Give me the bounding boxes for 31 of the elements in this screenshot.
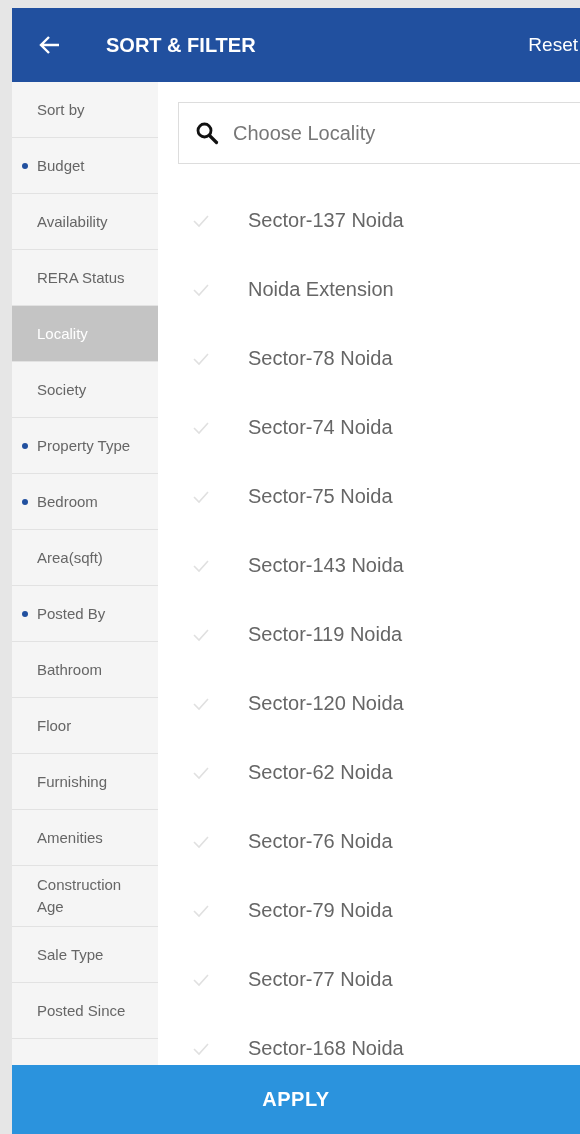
checkmark-icon[interactable] (192, 351, 210, 366)
locality-option[interactable]: Sector-74 Noida (248, 416, 393, 439)
locality-option[interactable]: Sector-119 Noida (248, 623, 403, 646)
apply-button[interactable]: APPLY (12, 1065, 580, 1134)
checkmark-icon[interactable] (192, 972, 210, 987)
locality-option[interactable]: Sector-120 Noida (248, 692, 404, 715)
screen-title: SORT & FILTER (106, 33, 256, 57)
checkmark-icon[interactable] (192, 627, 210, 642)
locality-option[interactable]: Sector-75 Noida (248, 485, 393, 508)
checkmark-icon[interactable] (192, 1041, 210, 1056)
locality-option[interactable]: Sector-137 Noida (248, 209, 404, 232)
locality-option[interactable]: Noida Extension (248, 278, 394, 301)
checkmark-icon[interactable] (192, 213, 210, 228)
locality-option[interactable]: Sector-62 Noida (248, 761, 393, 784)
search-field[interactable]: Choose Locality (178, 102, 580, 164)
checkmark-icon[interactable] (192, 696, 210, 711)
checkmark-icon[interactable] (192, 903, 210, 918)
checkmark-icon[interactable] (192, 420, 210, 435)
reset-link[interactable]: Reset (528, 34, 580, 56)
locality-option[interactable]: Sector-77 Noida (248, 968, 393, 991)
search-icon (195, 121, 219, 145)
locality-option[interactable]: Sector-76 Noida (248, 830, 393, 853)
locality-option[interactable]: Sector-79 Noida (248, 899, 393, 922)
checkmark-icon[interactable] (192, 834, 210, 849)
checkmark-icon[interactable] (192, 489, 210, 504)
locality-option[interactable]: Sector-78 Noida (248, 347, 393, 370)
checkmark-icon[interactable] (192, 558, 210, 573)
locality-option[interactable]: Sector-168 Noida (248, 1037, 404, 1060)
locality-option[interactable]: Sector-143 Noida (248, 554, 404, 577)
checkmark-icon[interactable] (192, 765, 210, 780)
checkmark-icon[interactable] (192, 282, 210, 297)
